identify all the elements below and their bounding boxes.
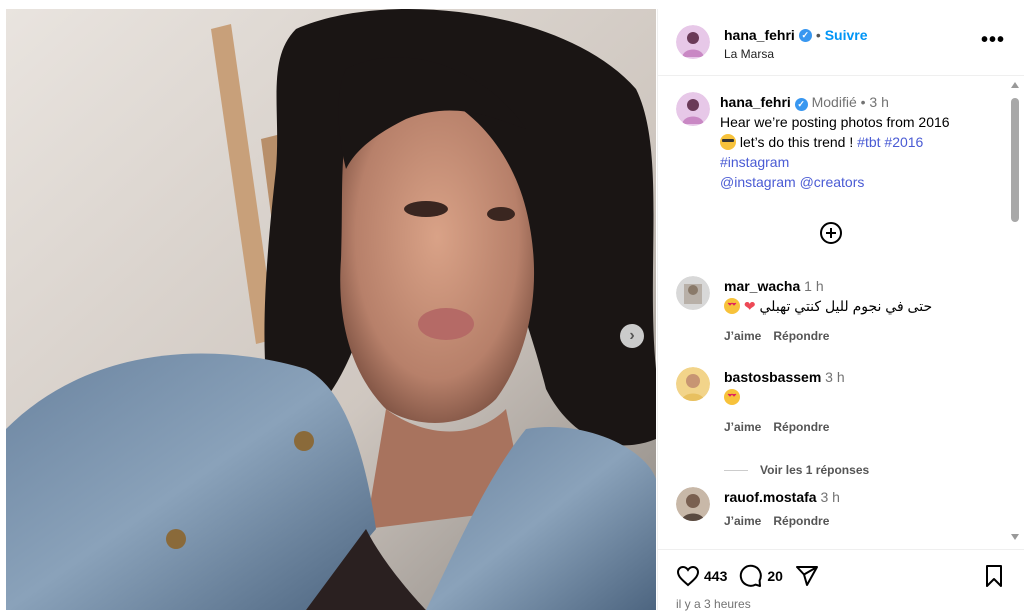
comment-icon bbox=[740, 564, 763, 587]
view-replies-label: Voir les 1 réponses bbox=[760, 463, 870, 477]
comments-scrollbar[interactable] bbox=[1009, 76, 1021, 546]
like-button[interactable] bbox=[676, 564, 700, 588]
load-more-comments-icon[interactable] bbox=[820, 222, 842, 244]
photo-image bbox=[6, 9, 656, 610]
scroll-down-icon[interactable] bbox=[1011, 534, 1019, 540]
replies-divider bbox=[724, 469, 748, 471]
sunglasses-emoji-icon bbox=[720, 134, 736, 150]
reply-comment-button[interactable]: Répondre bbox=[773, 417, 829, 437]
comment-body: mar_wacha 1 h ❤ حتى في نجوم لليل كنتي ته… bbox=[724, 276, 994, 346]
next-photo-button[interactable]: › bbox=[620, 324, 644, 348]
verified-icon: ✓ bbox=[798, 28, 812, 42]
post-time[interactable]: il y a 3 heures bbox=[676, 597, 751, 611]
comment-body: bastosbassem 3 h J’aime Répondre bbox=[724, 367, 994, 437]
like-comment-button[interactable]: J’aime bbox=[724, 417, 761, 437]
commenter-username[interactable]: bastosbassem bbox=[724, 369, 821, 385]
edited-label: Modifié bbox=[811, 94, 857, 110]
scroll-thumb[interactable] bbox=[1011, 98, 1019, 222]
caption-line1: Hear we’re posting photos from 2016 bbox=[720, 114, 950, 130]
caption-line2: let’s do this trend ! bbox=[739, 134, 854, 150]
share-icon bbox=[795, 566, 818, 586]
hashtag-tbt[interactable]: #tbt bbox=[857, 134, 880, 150]
scroll-up-icon[interactable] bbox=[1011, 82, 1019, 88]
save-button[interactable] bbox=[983, 564, 1005, 593]
share-button[interactable] bbox=[795, 564, 819, 588]
heart-eyes-emoji-icon bbox=[724, 298, 740, 314]
comment-time[interactable]: 3 h bbox=[825, 369, 844, 385]
like-comment-button[interactable]: J’aime bbox=[724, 326, 761, 346]
commenter-username[interactable]: rauof.mostafa bbox=[724, 489, 817, 505]
more-options-icon[interactable]: ••• bbox=[981, 29, 1005, 52]
commenter-username[interactable]: mar_wacha bbox=[724, 278, 800, 294]
hashtag-instagram[interactable]: #instagram bbox=[720, 154, 789, 170]
comments-scroll-area[interactable]: hana_fehri ✓ Modifié • 3 h Hear we’re po… bbox=[658, 76, 1008, 546]
bookmark-icon bbox=[986, 565, 1002, 587]
comment-text: حتى في نجوم لليل كنتي تهبلي bbox=[759, 298, 933, 314]
like-comment-button[interactable]: J’aime bbox=[724, 511, 761, 531]
caption-verified-icon: ✓ bbox=[794, 98, 808, 111]
post-side-panel: hana_fehri ✓ • Suivre La Marsa ••• hana_… bbox=[657, 9, 1024, 611]
commenter-avatar[interactable] bbox=[676, 487, 710, 521]
header-line: hana_fehri ✓ • Suivre bbox=[724, 27, 868, 43]
separator-dot: • bbox=[815, 27, 821, 43]
heart-icon bbox=[676, 565, 700, 587]
reply-comment-button[interactable]: Répondre bbox=[773, 326, 829, 346]
caption-username[interactable]: hana_fehri bbox=[720, 94, 791, 110]
comment-button[interactable] bbox=[739, 564, 763, 588]
red-heart-icon: ❤ bbox=[743, 298, 756, 314]
comment-time[interactable]: 1 h bbox=[804, 278, 823, 294]
action-row: 443 20 bbox=[676, 564, 819, 588]
post-header: hana_fehri ✓ • Suivre La Marsa ••• bbox=[658, 9, 1024, 76]
post-actions: 443 20 il y a 3 heures bbox=[658, 549, 1024, 611]
comment-body: rauof.mostafa 3 h J’aime Répondre bbox=[724, 487, 994, 531]
caption-time[interactable]: 3 h bbox=[869, 94, 888, 110]
heart-eyes-emoji-icon bbox=[724, 389, 740, 405]
commenter-avatar[interactable] bbox=[676, 367, 710, 401]
reply-comment-button[interactable]: Répondre bbox=[773, 511, 829, 531]
like-count[interactable]: 443 bbox=[704, 568, 727, 584]
follow-button[interactable]: Suivre bbox=[825, 27, 868, 43]
photo-pane: › bbox=[0, 0, 657, 610]
comment-count[interactable]: 20 bbox=[767, 568, 783, 584]
author-avatar[interactable] bbox=[676, 25, 710, 59]
commenter-avatar[interactable] bbox=[676, 276, 710, 310]
mention-creators[interactable]: @creators bbox=[800, 174, 865, 190]
comment-time[interactable]: 3 h bbox=[820, 489, 839, 505]
author-username[interactable]: hana_fehri bbox=[724, 27, 795, 43]
caption-avatar[interactable] bbox=[676, 92, 710, 126]
post-location[interactable]: La Marsa bbox=[724, 47, 774, 61]
post-photo[interactable] bbox=[6, 9, 656, 610]
mention-instagram[interactable]: @instagram bbox=[720, 174, 796, 190]
hashtag-2016[interactable]: #2016 bbox=[884, 134, 923, 150]
view-replies-button[interactable]: Voir les 1 réponses bbox=[724, 463, 869, 477]
caption-text: hana_fehri ✓ Modifié • 3 h Hear we’re po… bbox=[720, 92, 990, 192]
